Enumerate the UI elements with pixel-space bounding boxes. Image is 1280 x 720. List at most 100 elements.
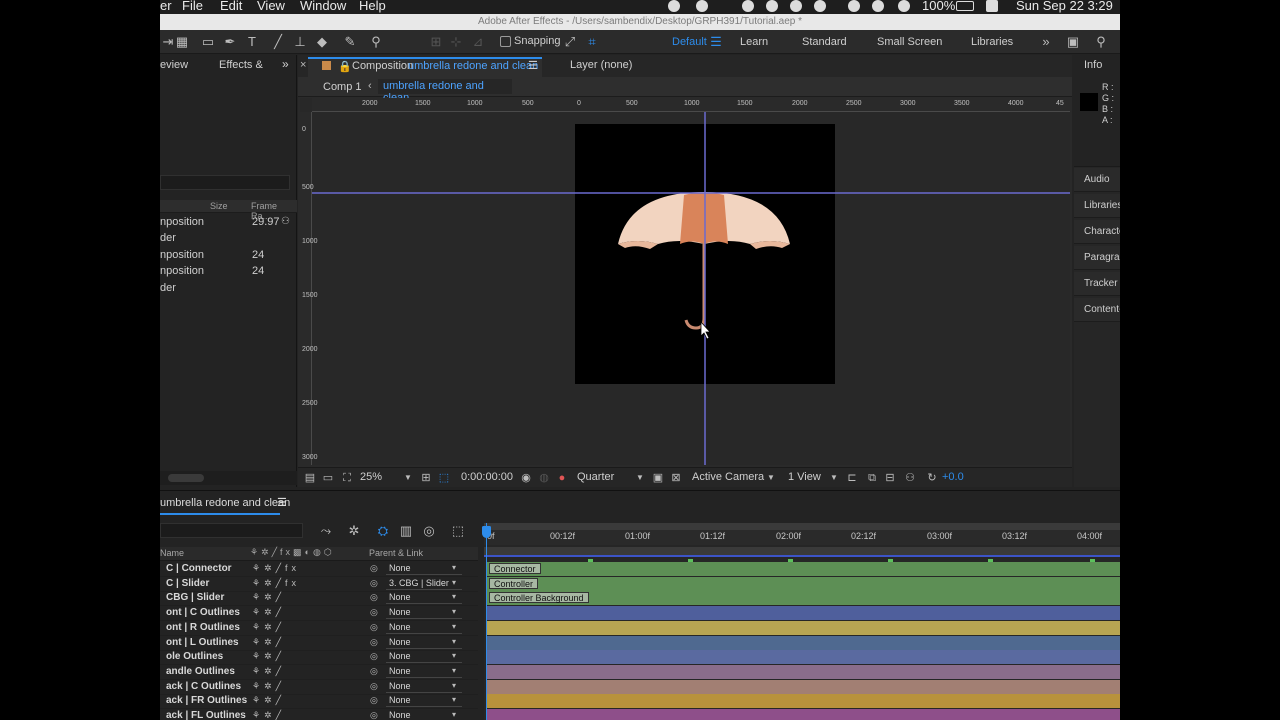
parent-dropdown[interactable]: None: [386, 710, 462, 720]
playhead-handle[interactable]: [482, 526, 491, 538]
chevron-down-icon[interactable]: ▾: [452, 578, 456, 587]
breadcrumb-current[interactable]: umbrella redone and clean: [378, 79, 512, 104]
swirl-icon[interactable]: [790, 0, 802, 12]
menu-file[interactable]: File: [182, 0, 203, 13]
panel-layout-icon[interactable]: ▣: [1065, 34, 1081, 50]
current-time-indicator[interactable]: [482, 523, 491, 720]
scroll-thumb[interactable]: [168, 474, 204, 482]
clock[interactable]: Sun Sep 22 3:29: [1016, 0, 1113, 13]
frame-blending-icon[interactable]: ▥: [398, 523, 414, 539]
bluetooth-icon[interactable]: [848, 0, 860, 12]
layer-row[interactable]: ont | R Outlines ⚘✲╱ ◎ None ▾: [160, 621, 478, 636]
monitor-icon[interactable]: ▭: [322, 472, 334, 484]
timeline-graph[interactable]: 0f 00:12f 01:00f 01:12f 02:00f 02:12f 03:00f 03…: [482, 523, 1120, 720]
pick-whip-icon[interactable]: ◎: [370, 666, 378, 677]
roto-brush-icon[interactable]: ✎: [342, 34, 358, 50]
chevron-down-icon[interactable]: ▾: [452, 563, 456, 572]
layer-row[interactable]: andle Outlines ⚘✲╱ ◎ None ▾: [160, 665, 478, 680]
layer-switches-icon[interactable]: ⚘✲╱: [252, 651, 285, 662]
panel-paragraph[interactable]: Paragraph: [1074, 246, 1120, 270]
parent-dropdown[interactable]: None: [386, 563, 462, 575]
camera-dropdown[interactable]: Active Camera: [692, 471, 764, 483]
layer-name[interactable]: C | Connector: [166, 563, 232, 574]
close-tab-icon[interactable]: ×: [300, 59, 306, 71]
layer-switches-icon[interactable]: ⚘✲╱: [252, 622, 285, 633]
zoom-dropdown[interactable]: 25%: [360, 471, 382, 483]
layer-switches-icon[interactable]: ⚘✲╱: [252, 592, 285, 603]
search-help-icon[interactable]: ⚲: [1093, 34, 1109, 50]
chevron-down-icon[interactable]: ▾: [452, 607, 456, 616]
always-preview-icon[interactable]: ▤: [304, 472, 316, 484]
layer-duration-bar[interactable]: [486, 635, 1120, 650]
column-size[interactable]: Size: [210, 201, 228, 211]
timeline-icon[interactable]: ⊟: [884, 472, 896, 484]
workspace-standard[interactable]: Standard: [802, 36, 847, 48]
timeline-search-input[interactable]: [160, 523, 303, 538]
snap-target-icon[interactable]: ⌗: [584, 34, 600, 50]
tab-composition[interactable]: 🔒 Composition umbrella redone and clean …: [308, 57, 542, 77]
lock-icon[interactable]: 🔒: [338, 60, 352, 73]
layer-name[interactable]: CBG | Slider: [166, 592, 224, 603]
project-item[interactable]: der: [160, 231, 297, 247]
zoom-region-icon[interactable]: ▦: [174, 34, 190, 50]
snapping-checkbox[interactable]: [500, 36, 511, 47]
parent-dropdown[interactable]: None: [386, 637, 462, 649]
chevron-down-icon[interactable]: ▼: [767, 473, 775, 482]
composition-canvas[interactable]: [300, 98, 1070, 465]
region-of-interest-icon[interactable]: ⬚: [438, 472, 450, 484]
rectangle-tool-icon[interactable]: ▭: [200, 34, 216, 50]
snap-options-icon[interactable]: ⤢: [562, 34, 578, 50]
sync-icon[interactable]: [766, 0, 778, 12]
show-snapshot-icon[interactable]: ◍: [538, 472, 550, 484]
layer-row[interactable]: ole Outlines ⚘✲╱ ◎ None ▾: [160, 650, 478, 666]
layer-duration-bar[interactable]: Controller: [486, 576, 1120, 591]
flowchart-icon[interactable]: ⚇: [281, 216, 290, 227]
chevron-down-icon[interactable]: ▾: [452, 681, 456, 690]
layer-duration-bar[interactable]: [486, 650, 1120, 665]
chevron-down-icon[interactable]: ▾: [452, 695, 456, 704]
chevron-down-icon[interactable]: ▼: [830, 473, 838, 482]
pick-whip-icon[interactable]: ◎: [370, 695, 378, 706]
menu-view[interactable]: View: [257, 0, 285, 13]
volume-icon[interactable]: [898, 0, 910, 12]
project-item[interactable]: nposition 24: [160, 264, 297, 280]
layer-switches-icon[interactable]: ⚘✲╱: [252, 666, 285, 677]
workspace-menu-icon[interactable]: ☰: [708, 34, 724, 50]
toggle-pixel-aspect-icon[interactable]: ⊏: [846, 472, 858, 484]
panel-libraries[interactable]: Libraries: [1074, 194, 1120, 218]
timeline-tab-menu-icon[interactable]: ☰: [277, 496, 287, 514]
flowchart-icon[interactable]: ⚇: [904, 472, 916, 484]
layer-row[interactable]: CBG | Slider ⚘✲╱ ◎ None ▾: [160, 591, 478, 607]
shy-layers-icon[interactable]: ⛭: [375, 523, 391, 539]
layer-row[interactable]: ack | C Outlines ⚘✲╱ ◎ None ▾: [160, 680, 478, 695]
composition-flowchart-icon[interactable]: ⤳: [318, 523, 334, 539]
graph-editor-icon[interactable]: ⬚: [450, 523, 466, 539]
chevron-down-icon[interactable]: ▼: [636, 473, 644, 482]
layer-row[interactable]: ont | C Outlines ⚘✲╱ ◎ None ▾: [160, 606, 478, 622]
mask-visibility-icon[interactable]: ⛶: [341, 472, 353, 484]
pick-whip-icon[interactable]: ◎: [370, 578, 378, 589]
pick-whip-icon[interactable]: ◎: [370, 592, 378, 603]
motion-blur-icon[interactable]: ◎: [421, 523, 437, 539]
layer-duration-bar[interactable]: [486, 694, 1120, 709]
layer-duration-bar[interactable]: [486, 606, 1120, 621]
channel-rgb-icon[interactable]: ●: [556, 472, 568, 484]
more-workspaces-icon[interactable]: »: [1038, 34, 1054, 50]
column-name[interactable]: Name: [160, 548, 184, 558]
project-search-input[interactable]: [160, 175, 290, 190]
layer-duration-bar[interactable]: Controller Background: [486, 591, 1120, 606]
parent-dropdown[interactable]: None: [386, 695, 462, 708]
project-item[interactable]: nposition 24: [160, 248, 297, 264]
parent-dropdown[interactable]: None: [386, 666, 462, 678]
snapshot-camera-icon[interactable]: ◉: [520, 472, 532, 484]
layer-duration-bar[interactable]: [486, 709, 1120, 720]
clone-stamp-icon[interactable]: ⊥: [292, 34, 308, 50]
layer-name[interactable]: ont | L Outlines: [166, 637, 239, 648]
pick-whip-icon[interactable]: ◎: [370, 607, 378, 618]
panel-character[interactable]: Character: [1074, 220, 1120, 244]
column-parent[interactable]: Parent & Link: [369, 548, 423, 558]
layer-name[interactable]: ont | C Outlines: [166, 607, 240, 618]
pick-whip-icon[interactable]: ◎: [370, 651, 378, 662]
chevron-down-icon[interactable]: ▾: [452, 651, 456, 660]
eraser-tool-icon[interactable]: ◆: [314, 34, 330, 50]
